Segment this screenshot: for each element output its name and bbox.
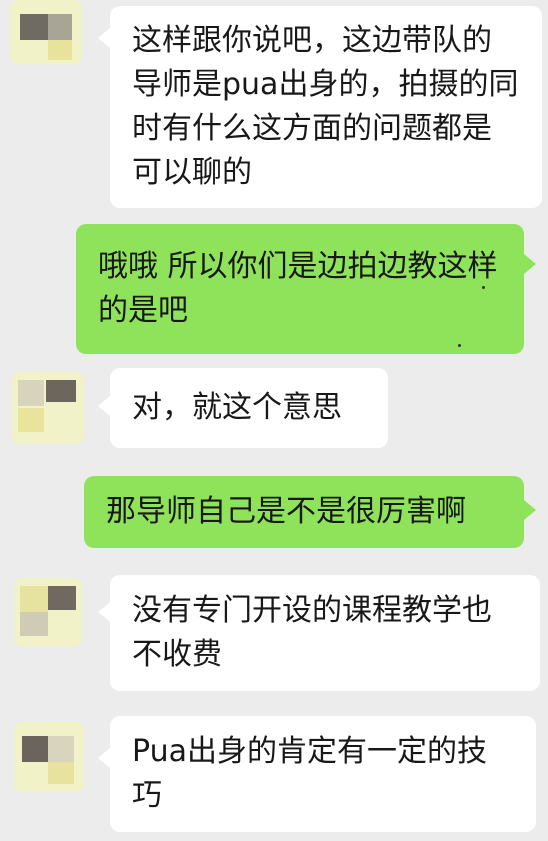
message-bubble-outgoing[interactable]: 那导师自己是不是很厉害啊 <box>84 476 524 548</box>
bubble-tail <box>98 602 110 622</box>
message-text: Pua出身的肯定有一定的技巧 <box>132 734 487 813</box>
message-bubble-incoming[interactable]: 对，就这个意思 <box>110 368 388 448</box>
chat-area: 这样跟你说吧，这边带队的导师是pua出身的，拍摄的同时有什么这方面的问题都是可以… <box>0 0 548 841</box>
bubble-tail <box>524 254 536 274</box>
noise-dot <box>458 344 461 347</box>
message-text: 那导师自己是不是很厉害啊 <box>106 494 466 529</box>
contact-avatar[interactable] <box>10 0 82 64</box>
message-text: 这样跟你说吧，这边带队的导师是pua出身的，拍摄的同时有什么这方面的问题都是可以… <box>132 23 519 190</box>
contact-avatar[interactable] <box>12 372 84 444</box>
contact-avatar[interactable] <box>14 722 84 792</box>
message-bubble-incoming[interactable]: Pua出身的肯定有一定的技巧 <box>110 716 536 832</box>
message-bubble-incoming[interactable]: 没有专门开设的课程教学也不收费 <box>110 575 540 691</box>
message-bubble-incoming[interactable]: 这样跟你说吧，这边带队的导师是pua出身的，拍摄的同时有什么这方面的问题都是可以… <box>110 6 542 208</box>
message-text: 哦哦 所以你们是边拍边教这样的是吧 <box>98 249 498 328</box>
message-text: 没有专门开设的课程教学也不收费 <box>132 593 492 672</box>
noise-dot <box>482 286 485 289</box>
contact-avatar[interactable] <box>14 578 82 646</box>
bubble-tail <box>98 748 110 768</box>
bubble-tail <box>524 500 536 520</box>
bubble-tail <box>98 396 110 416</box>
message-text: 对，就这个意思 <box>132 390 342 425</box>
message-bubble-outgoing[interactable]: 哦哦 所以你们是边拍边教这样的是吧 <box>76 224 524 354</box>
bubble-tail <box>98 28 110 48</box>
